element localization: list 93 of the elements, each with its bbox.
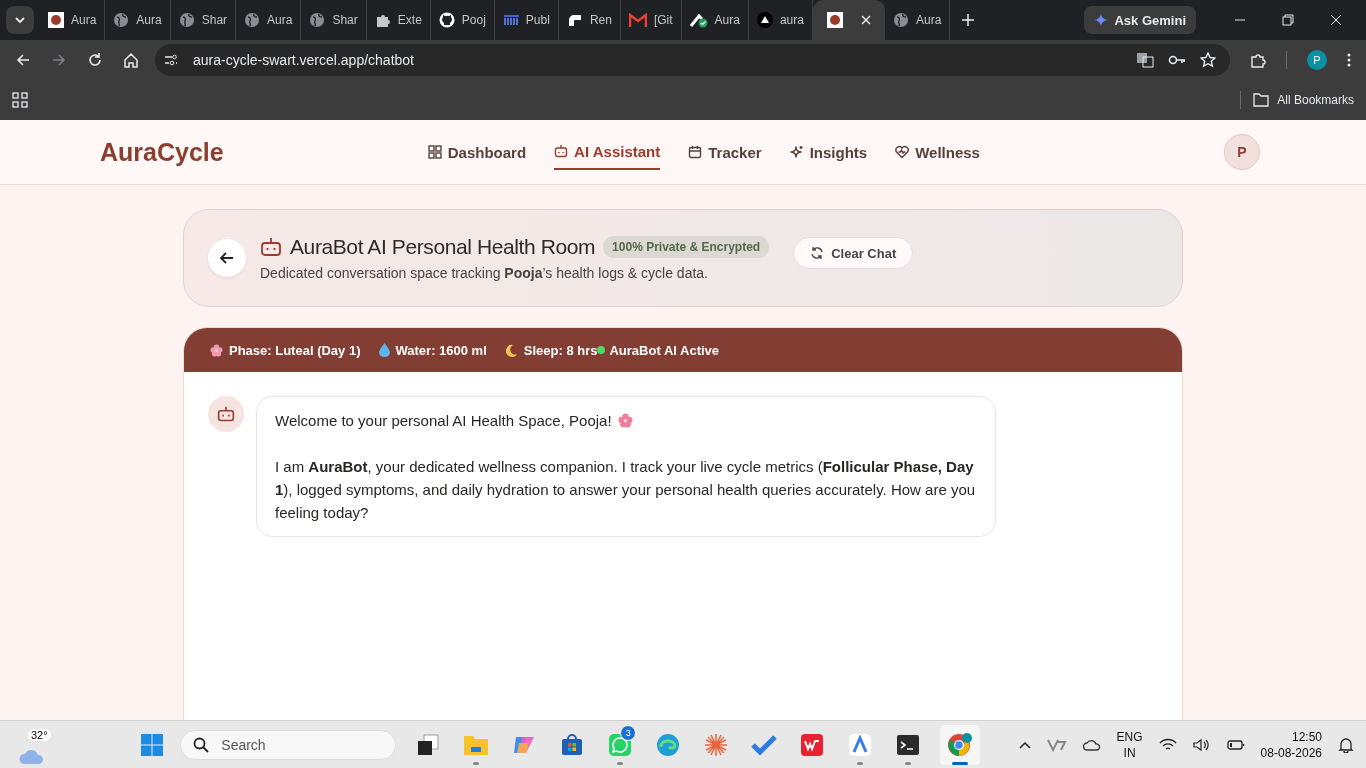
battery-icon[interactable]: [1226, 738, 1245, 751]
user-avatar[interactable]: P: [1224, 134, 1260, 170]
back-button[interactable]: [208, 239, 246, 277]
robot-icon: [217, 405, 235, 423]
status-item: Water: 1600 ml: [378, 342, 487, 358]
browser-logo-icon: [947, 731, 974, 758]
taskbar-app[interactable]: 3: [604, 724, 637, 765]
sparkle-icon: [789, 145, 804, 159]
store-bag-icon: [560, 732, 585, 757]
back-icon[interactable]: [15, 52, 31, 68]
flower-icon: [210, 343, 223, 357]
nav-link[interactable]: AI Assistant: [554, 134, 661, 170]
flower-icon: [617, 413, 633, 428]
search-icon: [193, 736, 210, 753]
burst-icon: [704, 732, 729, 757]
browser-tab[interactable]: [812, 0, 885, 40]
reload-icon[interactable]: [87, 52, 103, 68]
tune-icon[interactable]: [163, 52, 179, 68]
chat-phone-icon: [608, 732, 633, 757]
cloud-icon[interactable]: [1082, 738, 1101, 751]
status-item: AuraBot AI Active: [597, 342, 720, 358]
clear-chat-button[interactable]: Clear Chat: [793, 237, 914, 269]
room-title: AuraBot AI Personal Health Room: [290, 235, 596, 259]
wifi-icon[interactable]: [1158, 737, 1177, 752]
terminal-icon: [896, 732, 921, 757]
status-item: Sleep: 8 hrs: [504, 342, 598, 358]
a-logo-icon: [848, 732, 873, 757]
task-view-icon: [416, 732, 441, 757]
moon-icon: [504, 343, 518, 357]
notification-badge: 3: [620, 724, 637, 741]
address-bar[interactable]: aura-cycle-swart.vercel.app/chatbot: [155, 44, 1230, 76]
bell-icon[interactable]: [1338, 736, 1354, 753]
grid-icon: [427, 145, 442, 159]
windows-start-icon[interactable]: [140, 732, 165, 757]
chevron-down-icon: [14, 14, 26, 26]
nav-link[interactable]: Insights: [789, 134, 868, 170]
taskbar-search-field[interactable]: Search: [180, 729, 397, 760]
room-subtitle: Dedicated conversation space tracking Pooja’s health logs & cycle data.: [260, 265, 709, 281]
bot-icon: [554, 144, 569, 158]
checkmark-icon: [751, 733, 778, 756]
active-dot-icon: [597, 346, 606, 354]
globe-icon: [244, 12, 261, 28]
star-icon[interactable]: [1200, 52, 1216, 68]
heart-icon: [895, 145, 910, 159]
globe-icon: [178, 12, 195, 28]
wave-circle-icon: [656, 732, 681, 757]
volume-icon[interactable]: [1192, 737, 1211, 752]
cat-logo-icon: [438, 12, 455, 28]
url-text: aura-cycle-swart.vercel.app/chatbot: [193, 52, 414, 68]
privacy-badge: 100% Private & Encrypted: [603, 236, 770, 258]
apps-grid-icon[interactable]: [12, 92, 28, 108]
clock[interactable]: 12:50 08-08-2026: [1260, 728, 1322, 761]
droplet-icon: [378, 343, 390, 357]
profile-avatar[interactable]: P: [1307, 50, 1327, 70]
close-icon[interactable]: [860, 15, 871, 25]
nav-link[interactable]: Tracker: [688, 134, 762, 170]
message-text: Welcome to your personal AI Health Space, Pooja!: [275, 412, 612, 429]
puzzle-icon[interactable]: [1250, 52, 1266, 68]
status-item: Phase: Luteal (Day 1): [210, 342, 361, 358]
globe-icon: [113, 12, 130, 28]
puzzle-icon: [374, 12, 391, 28]
favicon-icon: [48, 12, 64, 28]
globe-icon: [892, 12, 909, 28]
nav-link[interactable]: Dashboard: [427, 134, 527, 170]
close-icon[interactable]: [1330, 14, 1342, 26]
robot-icon: [260, 236, 282, 258]
nav-link[interactable]: Wellness: [895, 134, 980, 170]
temperature-text: 32°: [28, 728, 51, 741]
back-arrow-icon: [219, 250, 235, 266]
bars-icon: [502, 12, 519, 28]
check-badge-icon: [689, 12, 708, 28]
favicon-icon: [826, 12, 843, 28]
restore-icon[interactable]: [1282, 14, 1294, 26]
refresh-icon: [810, 246, 825, 260]
folder-icon: [1253, 93, 1270, 107]
message-text: I am AuraBot, your dedicated wellness companion. I track your live cycle metrics (Follicular Phase, Day 1), logged symptoms, and daily hydration to answer your personal health queries accurately. How are you feeling today?: [275, 458, 976, 521]
weather-widget[interactable]: 32°: [12, 724, 52, 765]
ask-gemini-button[interactable]: Ask Gemini: [1084, 6, 1196, 34]
translate-icon[interactable]: [1136, 52, 1154, 68]
globe-icon: [309, 12, 326, 28]
chevron-up-icon[interactable]: [1018, 740, 1031, 749]
app-logo[interactable]: AuraCycle: [100, 137, 224, 167]
home-icon[interactable]: [123, 52, 139, 68]
folder-icon: [463, 733, 490, 756]
language-indicator[interactable]: ENG IN: [1116, 728, 1143, 761]
new-tab-icon[interactable]: [962, 14, 975, 26]
mail-icon: [628, 13, 647, 27]
menu-icon[interactable]: [1347, 52, 1351, 68]
all-bookmarks-button[interactable]: All Bookmarks: [1253, 93, 1354, 107]
forward-icon[interactable]: [51, 52, 67, 68]
calendar-icon: [688, 145, 703, 159]
tab-search-button[interactable]: [6, 6, 34, 34]
w-logo-icon: [800, 732, 825, 757]
